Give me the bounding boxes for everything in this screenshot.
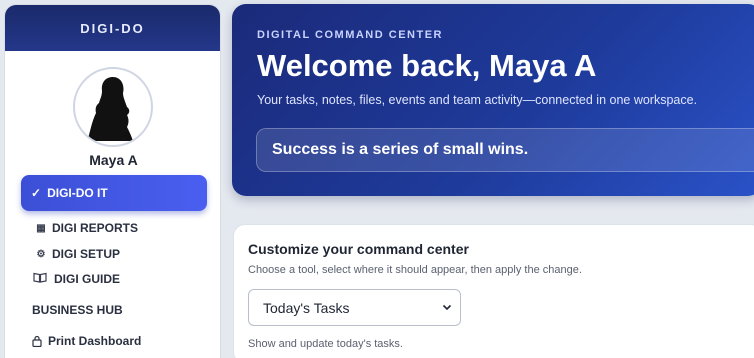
nav-item-digi-do-it[interactable]: ✓ DIGI-DO IT	[21, 175, 207, 211]
sidebar: DIGI-DO Maya A ✓ DIGI-DO IT ▦ DIGI REPOR…	[4, 4, 221, 358]
check-icon: ✓	[31, 186, 42, 200]
quote-banner: Success is a series of small wins.	[256, 128, 754, 172]
welcome-heading: Welcome back, Maya A	[257, 48, 597, 83]
customize-title: Customize your command center	[248, 241, 469, 257]
hero-subtitle: Your tasks, notes, files, events and tea…	[257, 93, 698, 107]
nav-item-label: DIGI GUIDE	[54, 272, 121, 286]
hero-eyebrow: DIGITAL COMMAND CENTER	[257, 29, 443, 41]
gear-icon: ⚙	[36, 248, 46, 260]
nav-item-label: DIGI SETUP	[52, 247, 121, 261]
section-label-business-hub: BUSINESS HUB	[32, 303, 123, 317]
book-icon	[32, 272, 47, 286]
nav-item-digi-setup[interactable]: ⚙ DIGI SETUP	[35, 247, 121, 261]
lock-icon	[32, 335, 42, 347]
nav-item-label: DIGI-DO IT	[47, 186, 108, 200]
print-dashboard-link[interactable]: Print Dashboard	[32, 334, 141, 348]
customize-description: Choose a tool, select where it should ap…	[248, 264, 582, 276]
nav-item-digi-guide[interactable]: DIGI GUIDE	[32, 272, 120, 286]
tool-select[interactable]: Today's Tasks	[248, 289, 461, 326]
chevron-down-icon	[442, 304, 452, 311]
tool-select-value: Today's Tasks	[263, 299, 350, 316]
user-silhouette-icon	[87, 77, 133, 141]
customize-card: Customize your command center Choose a t…	[233, 224, 754, 358]
brand-name: DIGI-DO	[80, 20, 145, 36]
avatar[interactable]	[73, 67, 153, 147]
brand-header: DIGI-DO	[5, 5, 220, 51]
nav-item-digi-reports[interactable]: ▦ DIGI REPORTS	[35, 221, 138, 235]
select-helper-text: Show and update today's tasks.	[248, 338, 403, 350]
hero-banner: DIGITAL COMMAND CENTER Welcome back, May…	[232, 4, 754, 196]
grid-icon: ▦	[36, 222, 46, 234]
nav-item-label: DIGI REPORTS	[52, 221, 139, 235]
user-name: Maya A	[89, 152, 138, 168]
quote-text: Success is a series of small wins.	[272, 141, 529, 158]
print-dashboard-label: Print Dashboard	[48, 334, 142, 348]
